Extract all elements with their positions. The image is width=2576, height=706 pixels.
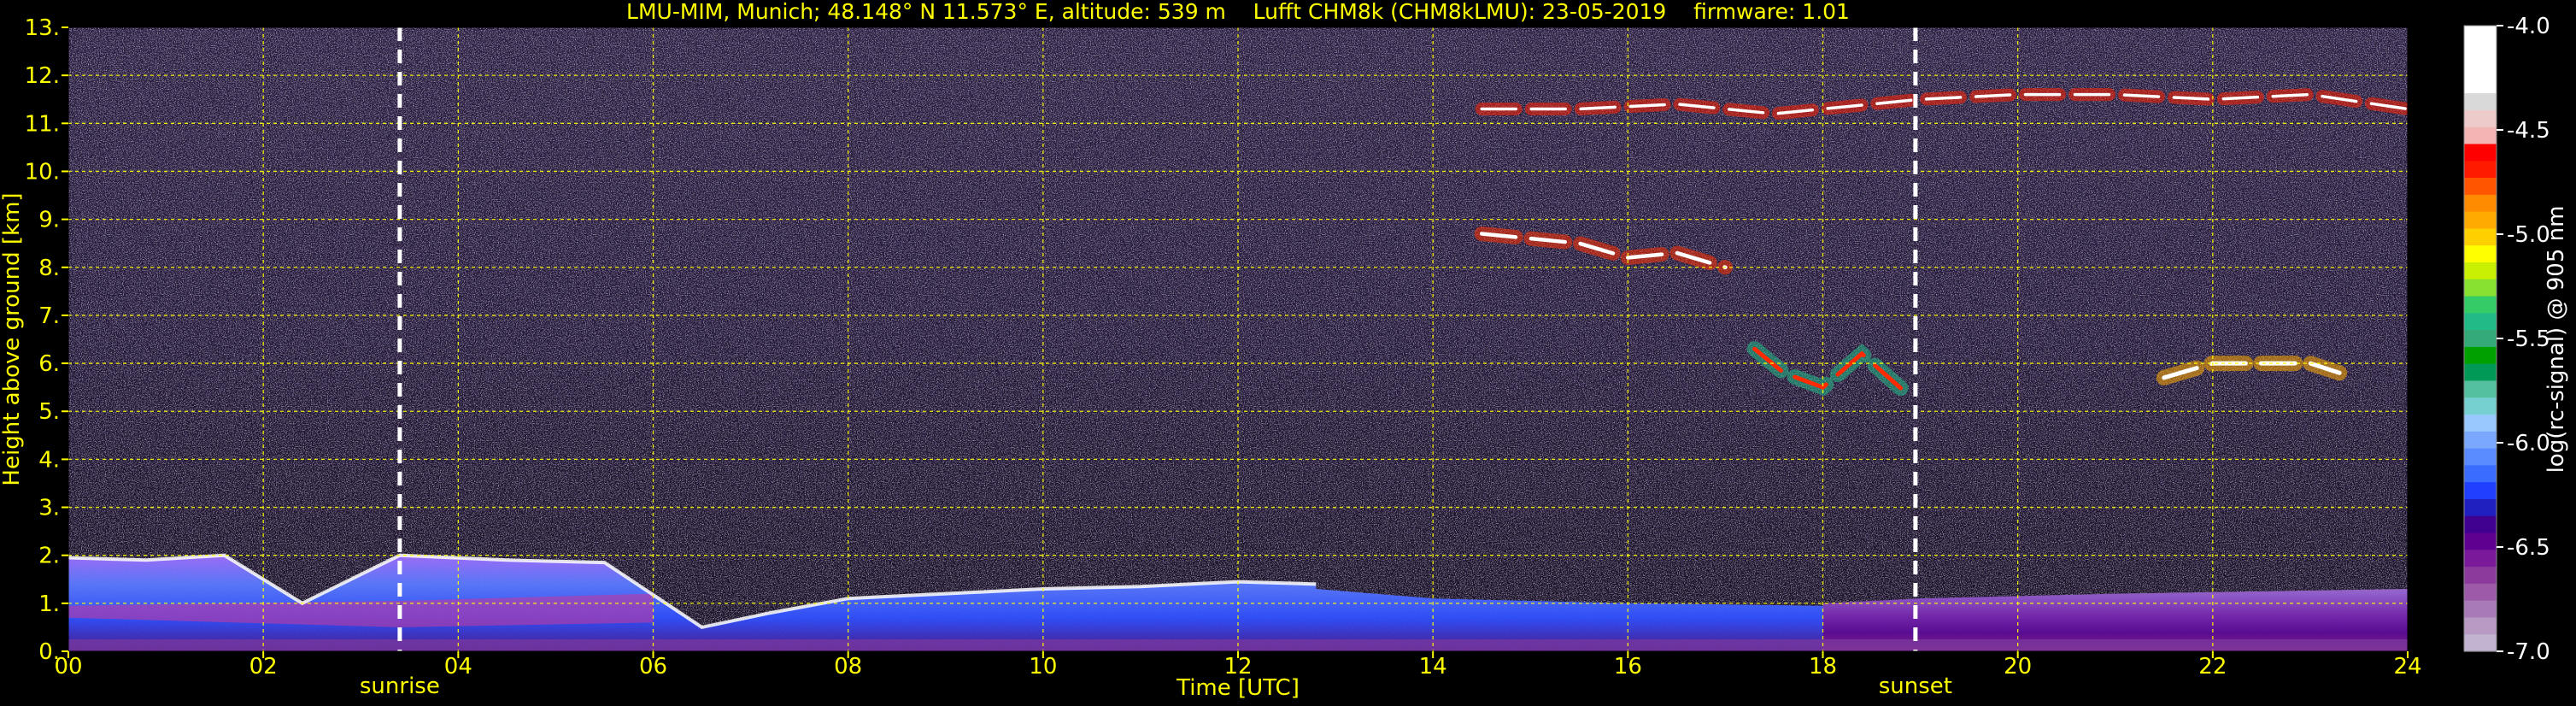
colorbar-swatch	[2464, 93, 2497, 111]
colorbar: -4.0-4.5-5.0-5.5-6.0-6.5-7.0	[2463, 14, 2550, 665]
y-tick-label: 0.	[38, 639, 60, 665]
colorbar-tick-label: -4.5	[2507, 118, 2550, 144]
colorbar-swatch	[2464, 262, 2497, 280]
event-label-sunrise: sunrise	[360, 674, 440, 699]
colorbar-swatch	[2464, 532, 2497, 550]
colorbar-swatch	[2464, 228, 2497, 246]
colorbar-swatch	[2464, 397, 2497, 415]
x-tick-label: 06	[639, 654, 667, 680]
colorbar-swatch	[2464, 498, 2497, 517]
colorbar-swatch	[2464, 550, 2497, 568]
ceilometer-chart: LMU-MIM, Munich; 48.148° N 11.573° E, al…	[0, 0, 2569, 701]
plot-area	[68, 27, 2408, 651]
colorbar-swatch	[2464, 42, 2497, 61]
colorbar-swatch	[2464, 363, 2497, 382]
colorbar-swatch	[2464, 600, 2497, 619]
y-tick-label: 6.	[38, 351, 60, 377]
y-tick-label: 3.	[38, 496, 60, 521]
colorbar-swatch	[2464, 431, 2497, 450]
colorbar-tick-label: -6.5	[2507, 535, 2550, 561]
colorbar-swatch	[2464, 515, 2497, 534]
x-axis-label: Time [UTC]	[1176, 675, 1300, 701]
colorbar-swatch	[2464, 211, 2497, 230]
colorbar-swatch	[2464, 279, 2497, 297]
colorbar-swatch	[2464, 313, 2497, 331]
colorbar-swatch	[2464, 26, 2497, 44]
colorbar-swatch	[2464, 296, 2497, 314]
colorbar-swatch	[2464, 161, 2497, 179]
y-tick-label: 8.	[38, 256, 60, 281]
x-tick-label: 08	[834, 654, 862, 680]
x-tick-label: 16	[1614, 654, 1642, 680]
colorbar-swatch	[2464, 194, 2497, 213]
colorbar-swatch	[2464, 583, 2497, 602]
colorbar-tick-label: -7.0	[2507, 639, 2550, 665]
colorbar-swatch	[2464, 448, 2497, 466]
colorbar-swatch	[2464, 346, 2497, 365]
colorbar-swatch	[2464, 245, 2497, 263]
y-axis-label: Height above ground [km]	[0, 192, 25, 485]
chart-title: LMU-MIM, Munich; 48.148° N 11.573° E, al…	[626, 0, 1850, 24]
x-tick-label: 02	[249, 654, 278, 680]
x-tick-label: 10	[1029, 654, 1057, 680]
y-tick-label: 2.	[38, 544, 60, 569]
y-tick-label: 13.	[25, 15, 60, 41]
x-tick-label: 04	[444, 654, 472, 680]
y-tick-label: 11.	[25, 111, 60, 137]
colorbar-swatch	[2464, 567, 2497, 585]
y-tick-label: 10.	[25, 159, 60, 185]
colorbar-swatch	[2464, 465, 2497, 483]
colorbar-swatch	[2464, 76, 2497, 94]
colorbar-swatch	[2464, 126, 2497, 145]
colorbar-tick-label: -4.0	[2507, 14, 2550, 39]
event-label-sunset: sunset	[1879, 674, 1952, 699]
colorbar-swatch	[2464, 617, 2497, 635]
colorbar-swatch	[2464, 178, 2497, 196]
colorbar-swatch	[2464, 109, 2497, 128]
colorbar-swatch	[2464, 380, 2497, 398]
y-tick-label: 4.	[38, 447, 60, 473]
colorbar-swatch	[2464, 415, 2497, 432]
y-tick-label: 1.	[38, 591, 60, 617]
colorbar-swatch	[2464, 144, 2497, 162]
x-tick-label: 14	[1419, 654, 1447, 680]
colorbar-swatch	[2464, 482, 2497, 500]
x-tick-label: 20	[2004, 654, 2032, 680]
x-tick-label: 18	[1809, 654, 1837, 680]
y-tick-label: 7.	[38, 303, 60, 329]
colorbar-swatch	[2464, 634, 2497, 652]
x-tick-label: 24	[2393, 654, 2421, 680]
colorbar-swatch	[2464, 330, 2497, 348]
colorbar-label: log(rc-signal) @ 905 nm	[2544, 206, 2569, 474]
y-tick-label: 12.	[25, 63, 60, 89]
y-tick-label: 5.	[38, 399, 60, 425]
colorbar-swatch	[2464, 59, 2497, 77]
y-tick-label: 9.	[38, 208, 60, 233]
x-tick-label: 22	[2198, 654, 2227, 680]
